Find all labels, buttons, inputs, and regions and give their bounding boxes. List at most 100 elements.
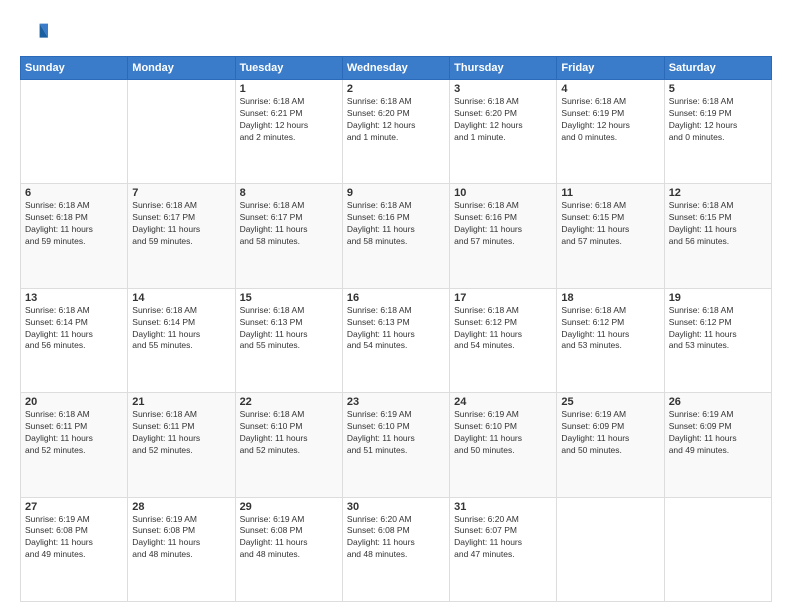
weekday-header-monday: Monday <box>128 57 235 80</box>
day-info: Sunrise: 6:18 AM Sunset: 6:12 PM Dayligh… <box>561 305 659 353</box>
calendar-cell: 30Sunrise: 6:20 AM Sunset: 6:08 PM Dayli… <box>342 497 449 601</box>
day-number: 17 <box>454 292 552 304</box>
day-info: Sunrise: 6:18 AM Sunset: 6:16 PM Dayligh… <box>454 200 552 248</box>
day-info: Sunrise: 6:18 AM Sunset: 6:18 PM Dayligh… <box>25 200 123 248</box>
calendar-cell: 25Sunrise: 6:19 AM Sunset: 6:09 PM Dayli… <box>557 393 664 497</box>
calendar-cell: 17Sunrise: 6:18 AM Sunset: 6:12 PM Dayli… <box>450 288 557 392</box>
calendar-cell: 5Sunrise: 6:18 AM Sunset: 6:19 PM Daylig… <box>664 80 771 184</box>
page: SundayMondayTuesdayWednesdayThursdayFrid… <box>0 0 792 612</box>
day-number: 7 <box>132 187 230 199</box>
calendar-cell: 28Sunrise: 6:19 AM Sunset: 6:08 PM Dayli… <box>128 497 235 601</box>
day-info: Sunrise: 6:18 AM Sunset: 6:15 PM Dayligh… <box>561 200 659 248</box>
calendar-cell: 23Sunrise: 6:19 AM Sunset: 6:10 PM Dayli… <box>342 393 449 497</box>
header <box>20 18 772 46</box>
day-info: Sunrise: 6:18 AM Sunset: 6:21 PM Dayligh… <box>240 96 338 144</box>
calendar-cell: 24Sunrise: 6:19 AM Sunset: 6:10 PM Dayli… <box>450 393 557 497</box>
calendar-cell: 8Sunrise: 6:18 AM Sunset: 6:17 PM Daylig… <box>235 184 342 288</box>
day-info: Sunrise: 6:19 AM Sunset: 6:08 PM Dayligh… <box>132 514 230 562</box>
calendar-cell <box>557 497 664 601</box>
calendar-cell: 4Sunrise: 6:18 AM Sunset: 6:19 PM Daylig… <box>557 80 664 184</box>
week-row-5: 27Sunrise: 6:19 AM Sunset: 6:08 PM Dayli… <box>21 497 772 601</box>
logo-icon <box>20 18 48 46</box>
day-number: 1 <box>240 83 338 95</box>
calendar-cell: 10Sunrise: 6:18 AM Sunset: 6:16 PM Dayli… <box>450 184 557 288</box>
calendar-cell: 31Sunrise: 6:20 AM Sunset: 6:07 PM Dayli… <box>450 497 557 601</box>
calendar-cell: 18Sunrise: 6:18 AM Sunset: 6:12 PM Dayli… <box>557 288 664 392</box>
day-info: Sunrise: 6:18 AM Sunset: 6:11 PM Dayligh… <box>132 409 230 457</box>
day-info: Sunrise: 6:18 AM Sunset: 6:14 PM Dayligh… <box>132 305 230 353</box>
weekday-header-sunday: Sunday <box>21 57 128 80</box>
weekday-header-friday: Friday <box>557 57 664 80</box>
calendar-cell: 7Sunrise: 6:18 AM Sunset: 6:17 PM Daylig… <box>128 184 235 288</box>
day-info: Sunrise: 6:18 AM Sunset: 6:20 PM Dayligh… <box>454 96 552 144</box>
day-number: 9 <box>347 187 445 199</box>
day-number: 28 <box>132 501 230 513</box>
day-number: 19 <box>669 292 767 304</box>
calendar-cell: 13Sunrise: 6:18 AM Sunset: 6:14 PM Dayli… <box>21 288 128 392</box>
day-number: 20 <box>25 396 123 408</box>
day-number: 5 <box>669 83 767 95</box>
day-info: Sunrise: 6:19 AM Sunset: 6:10 PM Dayligh… <box>454 409 552 457</box>
day-number: 27 <box>25 501 123 513</box>
day-info: Sunrise: 6:18 AM Sunset: 6:17 PM Dayligh… <box>240 200 338 248</box>
day-info: Sunrise: 6:19 AM Sunset: 6:10 PM Dayligh… <box>347 409 445 457</box>
day-number: 22 <box>240 396 338 408</box>
week-row-3: 13Sunrise: 6:18 AM Sunset: 6:14 PM Dayli… <box>21 288 772 392</box>
weekday-header-wednesday: Wednesday <box>342 57 449 80</box>
day-info: Sunrise: 6:18 AM Sunset: 6:19 PM Dayligh… <box>561 96 659 144</box>
day-info: Sunrise: 6:18 AM Sunset: 6:20 PM Dayligh… <box>347 96 445 144</box>
day-number: 2 <box>347 83 445 95</box>
weekday-header-thursday: Thursday <box>450 57 557 80</box>
day-info: Sunrise: 6:18 AM Sunset: 6:13 PM Dayligh… <box>240 305 338 353</box>
weekday-header-row: SundayMondayTuesdayWednesdayThursdayFrid… <box>21 57 772 80</box>
day-number: 14 <box>132 292 230 304</box>
calendar-cell: 14Sunrise: 6:18 AM Sunset: 6:14 PM Dayli… <box>128 288 235 392</box>
day-info: Sunrise: 6:18 AM Sunset: 6:16 PM Dayligh… <box>347 200 445 248</box>
day-info: Sunrise: 6:18 AM Sunset: 6:19 PM Dayligh… <box>669 96 767 144</box>
day-number: 31 <box>454 501 552 513</box>
day-number: 12 <box>669 187 767 199</box>
weekday-header-tuesday: Tuesday <box>235 57 342 80</box>
day-info: Sunrise: 6:19 AM Sunset: 6:08 PM Dayligh… <box>25 514 123 562</box>
calendar-cell: 11Sunrise: 6:18 AM Sunset: 6:15 PM Dayli… <box>557 184 664 288</box>
day-info: Sunrise: 6:18 AM Sunset: 6:12 PM Dayligh… <box>669 305 767 353</box>
day-number: 21 <box>132 396 230 408</box>
calendar-cell: 26Sunrise: 6:19 AM Sunset: 6:09 PM Dayli… <box>664 393 771 497</box>
calendar-cell: 3Sunrise: 6:18 AM Sunset: 6:20 PM Daylig… <box>450 80 557 184</box>
day-number: 29 <box>240 501 338 513</box>
week-row-2: 6Sunrise: 6:18 AM Sunset: 6:18 PM Daylig… <box>21 184 772 288</box>
day-number: 11 <box>561 187 659 199</box>
day-info: Sunrise: 6:18 AM Sunset: 6:14 PM Dayligh… <box>25 305 123 353</box>
calendar-cell: 15Sunrise: 6:18 AM Sunset: 6:13 PM Dayli… <box>235 288 342 392</box>
day-info: Sunrise: 6:18 AM Sunset: 6:15 PM Dayligh… <box>669 200 767 248</box>
calendar-cell: 20Sunrise: 6:18 AM Sunset: 6:11 PM Dayli… <box>21 393 128 497</box>
calendar-cell: 22Sunrise: 6:18 AM Sunset: 6:10 PM Dayli… <box>235 393 342 497</box>
day-info: Sunrise: 6:18 AM Sunset: 6:12 PM Dayligh… <box>454 305 552 353</box>
calendar-cell: 16Sunrise: 6:18 AM Sunset: 6:13 PM Dayli… <box>342 288 449 392</box>
day-info: Sunrise: 6:20 AM Sunset: 6:08 PM Dayligh… <box>347 514 445 562</box>
calendar-cell <box>128 80 235 184</box>
week-row-4: 20 Sunrise: 6:18 AM Sunset: 6:11 PM Dayli… <box>21 393 772 497</box>
day-number: 10 <box>454 187 552 199</box>
weekday-header-saturday: Saturday <box>664 57 771 80</box>
day-number: 3 <box>454 83 552 95</box>
calendar-cell: 2Sunrise: 6:18 AM Sunset: 6:20 PM Daylig… <box>342 80 449 184</box>
calendar-cell: 12Sunrise: 6:18 AM Sunset: 6:15 PM Dayli… <box>664 184 771 288</box>
day-info: Sunrise: 6:20 AM Sunset: 6:07 PM Dayligh… <box>454 514 552 562</box>
day-number: 6 <box>25 187 123 199</box>
day-number: 18 <box>561 292 659 304</box>
calendar-cell: 9Sunrise: 6:18 AM Sunset: 6:16 PM Daylig… <box>342 184 449 288</box>
calendar-cell <box>21 80 128 184</box>
day-number: 8 <box>240 187 338 199</box>
calendar-cell: 29Sunrise: 6:19 AM Sunset: 6:08 PM Dayli… <box>235 497 342 601</box>
day-number: 26 <box>669 396 767 408</box>
week-row-1: 1Sunrise: 6:18 AM Sunset: 6:21 PM Daylig… <box>21 80 772 184</box>
day-number: 4 <box>561 83 659 95</box>
day-info: Sunrise: 6:18 AM Sunset: 6:17 PM Dayligh… <box>132 200 230 248</box>
day-info: Sunrise: 6:19 AM Sunset: 6:09 PM Dayligh… <box>669 409 767 457</box>
calendar-cell: 1Sunrise: 6:18 AM Sunset: 6:21 PM Daylig… <box>235 80 342 184</box>
day-info: Sunrise: 6:18 AM Sunset: 6:10 PM Dayligh… <box>240 409 338 457</box>
calendar-table: SundayMondayTuesdayWednesdayThursdayFrid… <box>20 56 772 602</box>
day-number: 15 <box>240 292 338 304</box>
calendar-cell: 6Sunrise: 6:18 AM Sunset: 6:18 PM Daylig… <box>21 184 128 288</box>
